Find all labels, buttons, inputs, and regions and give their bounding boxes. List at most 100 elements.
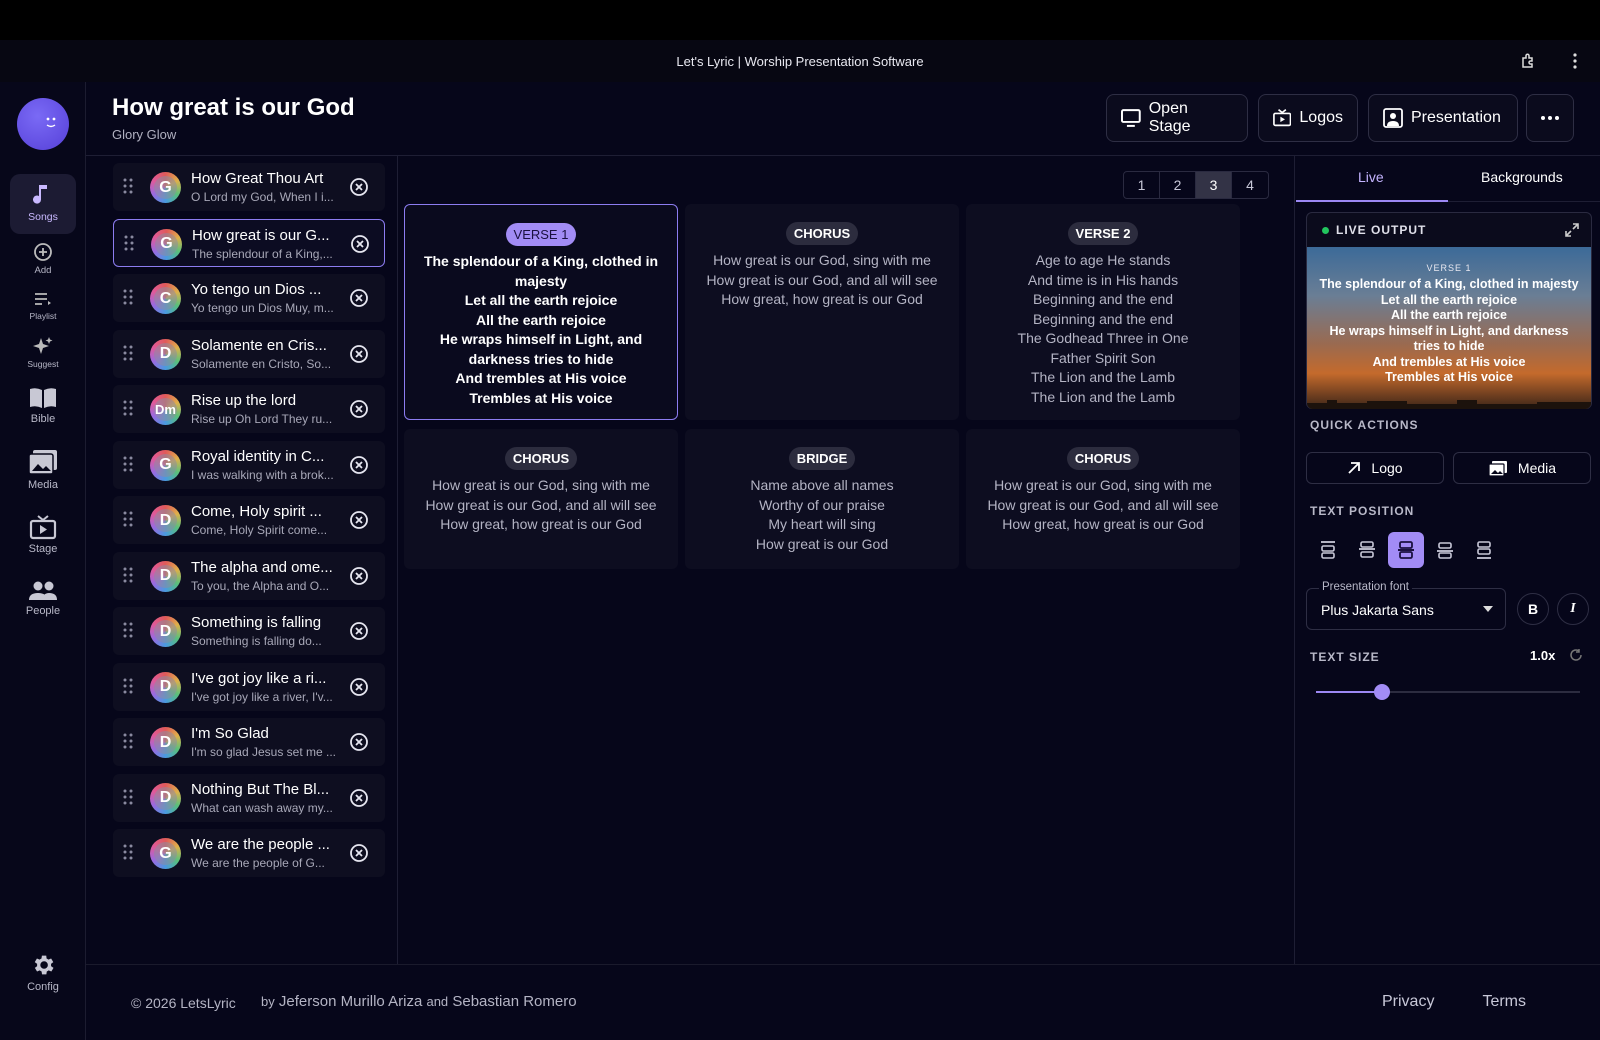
bold-toggle[interactable]: B xyxy=(1517,593,1549,625)
lyric-slide[interactable]: CHORUS How great is our God, sing with me… xyxy=(966,429,1240,569)
song-list-item[interactable]: D The alpha and ome... To you, the Alpha a… xyxy=(113,551,385,600)
remove-icon[interactable] xyxy=(349,843,369,863)
page-button-1[interactable]: 1 xyxy=(1124,172,1160,198)
align-top-button[interactable] xyxy=(1310,532,1346,568)
song-list-item[interactable]: C Yo tengo un Dios ... Yo tengo un Dios Mu… xyxy=(113,274,385,322)
reset-icon[interactable] xyxy=(1569,648,1583,667)
lyric-slide[interactable]: VERSE 1 The splendour of a King, clothed … xyxy=(404,204,678,420)
song-key-label: G xyxy=(154,176,177,199)
align-lower-button[interactable] xyxy=(1427,532,1463,568)
lyric-slide[interactable]: VERSE 2 Age to age He stands And time is … xyxy=(966,204,1240,420)
drag-handle-icon[interactable] xyxy=(123,567,133,588)
book-icon xyxy=(30,388,56,408)
song-list-item[interactable]: D I've got joy like a ri... I've got joy l… xyxy=(113,662,385,711)
rail-label: Songs xyxy=(28,211,58,223)
song-list-item[interactable]: D I'm So Glad I'm so glad Jesus set me ... xyxy=(113,718,385,766)
presentation-font-select[interactable]: Presentation font Plus Jakarta Sans xyxy=(1306,581,1506,630)
lyric-slide[interactable]: BRIDGE Name above all names Worthy of our… xyxy=(685,429,959,569)
tab-backgrounds[interactable]: Backgrounds xyxy=(1481,169,1563,185)
slide-section-tag: VERSE 1 xyxy=(505,223,577,246)
song-list-item[interactable]: G How great is our G... The splendour of a… xyxy=(113,218,385,267)
rail-stage[interactable]: Stage xyxy=(10,514,76,555)
remove-icon[interactable] xyxy=(349,399,369,419)
author-link-1[interactable]: Jeferson Murillo Ariza xyxy=(279,993,422,1010)
drag-handle-icon[interactable] xyxy=(123,289,133,310)
song-first-line: Solamente en Cristo, So... xyxy=(191,356,332,371)
extension-icon[interactable] xyxy=(1518,50,1540,72)
song-list-item[interactable]: G How Great Thou Art O Lord my God, When I… xyxy=(113,163,385,211)
drag-handle-icon[interactable] xyxy=(123,178,133,199)
logos-button[interactable]: Logos xyxy=(1258,94,1358,142)
song-list-item[interactable]: D Come, Holy spirit ... Come, Holy Spirit … xyxy=(113,496,385,544)
remove-icon[interactable] xyxy=(349,344,369,364)
rail-suggest[interactable]: Suggest xyxy=(10,336,76,369)
media-quick-button[interactable]: Media xyxy=(1453,452,1591,484)
tab-live[interactable]: Live xyxy=(1358,169,1384,185)
align-bottom-icon xyxy=(1477,541,1491,559)
remove-icon[interactable] xyxy=(350,234,370,254)
remove-icon[interactable] xyxy=(349,455,369,475)
remove-icon[interactable] xyxy=(349,177,369,197)
align-bottom-button[interactable] xyxy=(1466,532,1502,568)
lyric-slide[interactable]: CHORUS How great is our God, sing with me… xyxy=(404,429,678,569)
rail-config[interactable]: Config xyxy=(10,952,76,993)
drag-handle-icon[interactable] xyxy=(123,789,133,810)
align-middle-button[interactable] xyxy=(1388,532,1424,568)
drag-handle-icon[interactable] xyxy=(123,400,133,421)
drag-handle-icon[interactable] xyxy=(123,345,133,366)
expand-icon[interactable] xyxy=(1565,223,1579,242)
lyric-slide[interactable]: CHORUS How great is our God, sing with me… xyxy=(685,204,959,420)
song-list-item[interactable]: Dm Rise up the lord Rise up Oh Lord They r… xyxy=(113,385,385,433)
rail-songs[interactable]: Songs xyxy=(10,174,76,234)
drag-handle-icon[interactable] xyxy=(123,733,133,754)
more-options-button[interactable] xyxy=(1526,94,1574,142)
user-avatar[interactable] xyxy=(17,98,69,150)
slider-thumb[interactable] xyxy=(1374,684,1390,700)
tab-indicator xyxy=(1296,200,1448,202)
song-key-label: D xyxy=(154,731,177,754)
drag-handle-icon[interactable] xyxy=(123,678,133,699)
drag-handle-icon[interactable] xyxy=(123,622,133,643)
remove-icon[interactable] xyxy=(349,510,369,530)
remove-icon[interactable] xyxy=(349,732,369,752)
drag-handle-icon[interactable] xyxy=(123,511,133,532)
remove-icon[interactable] xyxy=(349,566,369,586)
text-size-slider[interactable] xyxy=(1316,684,1580,700)
remove-icon[interactable] xyxy=(349,621,369,641)
align-middle-icon xyxy=(1398,541,1414,559)
remove-icon[interactable] xyxy=(349,677,369,697)
presentation-button[interactable]: Presentation xyxy=(1368,94,1518,142)
song-key-label: G xyxy=(155,232,178,256)
page-button-3[interactable]: 3 xyxy=(1196,172,1232,198)
song-list-item[interactable]: G Royal identity in C... I was walking wit… xyxy=(113,440,385,489)
terms-link[interactable]: Terms xyxy=(1482,993,1526,1011)
page-button-2[interactable]: 2 xyxy=(1160,172,1196,198)
song-key-avatar: D xyxy=(150,782,181,814)
song-list-item[interactable]: D Something is falling Something is fallin… xyxy=(113,607,385,655)
song-list-item[interactable]: D Nothing But The Bl... What can wash away… xyxy=(113,773,385,822)
song-title: Rise up the lord xyxy=(191,392,297,409)
italic-toggle[interactable]: I xyxy=(1557,593,1589,625)
drag-handle-icon[interactable] xyxy=(123,844,133,865)
rail-playlist[interactable]: Playlist xyxy=(10,292,76,321)
song-list-item[interactable]: G We are the people ... We are the people … xyxy=(113,829,385,877)
kebab-menu-icon[interactable] xyxy=(1564,50,1586,72)
text-size-heading: TEXT SIZE xyxy=(1310,650,1380,664)
credits: by Jeferson Murillo Ariza and Sebastian … xyxy=(261,993,577,1010)
rail-people[interactable]: People xyxy=(10,580,76,617)
privacy-link[interactable]: Privacy xyxy=(1382,993,1434,1011)
song-list-item[interactable]: D Solamente en Cris... Solamente en Cristo… xyxy=(113,329,385,378)
open-stage-button[interactable]: Open Stage xyxy=(1106,94,1248,142)
drag-handle-icon[interactable] xyxy=(123,456,133,477)
page-button-4[interactable]: 4 xyxy=(1232,172,1268,198)
remove-icon[interactable] xyxy=(349,788,369,808)
rail-bible[interactable]: Bible xyxy=(10,386,76,425)
logo-quick-button[interactable]: Logo xyxy=(1306,452,1444,484)
drag-handle-icon[interactable] xyxy=(124,235,134,256)
rail-add[interactable]: Add xyxy=(10,242,76,276)
author-link-2[interactable]: Sebastian Romero xyxy=(452,993,576,1010)
remove-icon[interactable] xyxy=(349,288,369,308)
rail-media[interactable]: Media xyxy=(10,448,76,491)
align-upper-button[interactable] xyxy=(1349,532,1385,568)
credits-by: by xyxy=(261,994,275,1009)
